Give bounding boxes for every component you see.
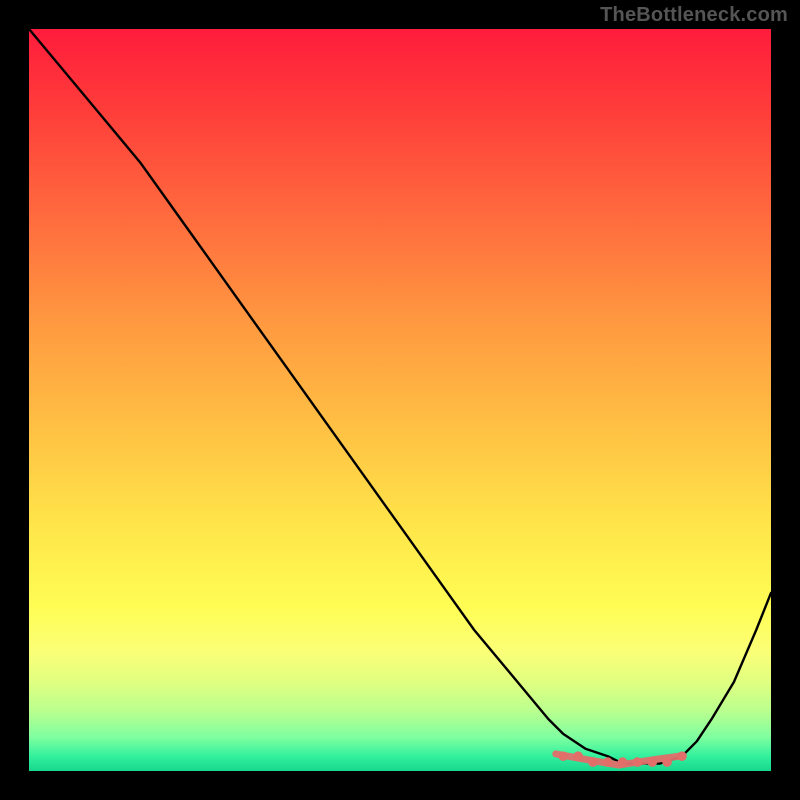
plot-frame xyxy=(29,29,771,771)
highlight-dot xyxy=(558,751,568,761)
highlight-dot xyxy=(662,757,672,767)
highlight-dot xyxy=(648,757,658,767)
highlight-dot xyxy=(618,757,628,767)
curve-highlight-dots xyxy=(558,751,686,766)
highlight-dot xyxy=(603,757,613,767)
highlight-dot xyxy=(588,757,598,767)
plot-inner xyxy=(29,29,771,771)
highlight-dot xyxy=(677,751,687,761)
highlight-dot xyxy=(633,757,643,767)
watermark-text: TheBottleneck.com xyxy=(600,4,788,27)
bottleneck-curve xyxy=(29,29,771,764)
chart-overlay xyxy=(29,29,771,771)
highlight-dot xyxy=(573,751,583,761)
